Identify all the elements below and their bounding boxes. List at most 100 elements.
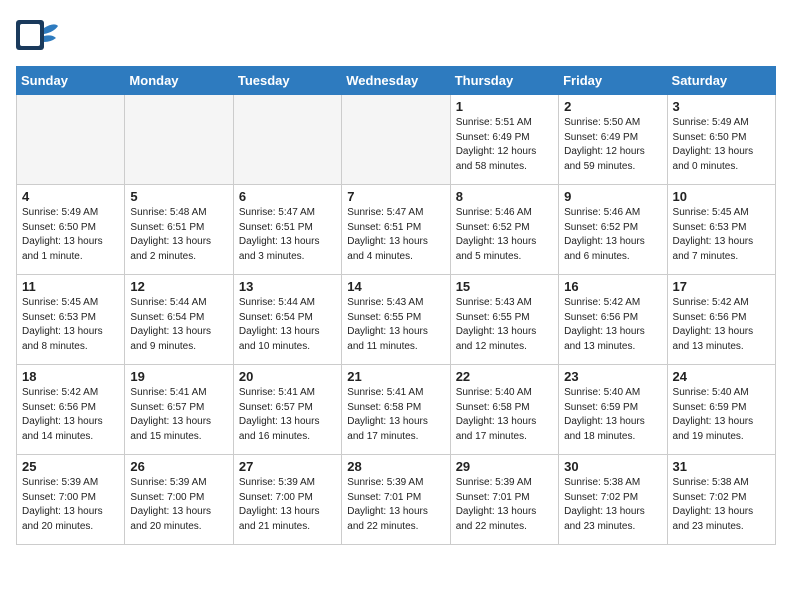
sunset: Sunset: 7:00 PM [130,492,204,503]
sunrise: Sunrise: 5:40 AM [673,387,749,398]
calendar-cell [233,95,341,185]
daylight: Daylight: 13 hours and 3 minutes. [239,236,320,262]
calendar-cell: 7Sunrise: 5:47 AMSunset: 6:51 PMDaylight… [342,185,450,275]
day-header-saturday: Saturday [667,67,775,95]
sunrise: Sunrise: 5:44 AM [239,297,315,308]
sunrise: Sunrise: 5:39 AM [347,477,423,488]
day-number: 15 [456,279,553,294]
sunset: Sunset: 6:54 PM [239,312,313,323]
cell-info: Sunrise: 5:42 AMSunset: 6:56 PMDaylight:… [564,296,661,354]
day-header-sunday: Sunday [17,67,125,95]
daylight: Daylight: 13 hours and 13 minutes. [673,326,754,352]
sunset: Sunset: 6:54 PM [130,312,204,323]
calendar-cell [17,95,125,185]
calendar-cell: 22Sunrise: 5:40 AMSunset: 6:58 PMDayligh… [450,365,558,455]
sunset: Sunset: 6:50 PM [22,222,96,233]
calendar-cell: 19Sunrise: 5:41 AMSunset: 6:57 PMDayligh… [125,365,233,455]
sunrise: Sunrise: 5:39 AM [456,477,532,488]
day-number: 10 [673,189,770,204]
calendar-cell [125,95,233,185]
daylight: Daylight: 13 hours and 2 minutes. [130,236,211,262]
sunrise: Sunrise: 5:41 AM [239,387,315,398]
calendar-cell: 23Sunrise: 5:40 AMSunset: 6:59 PMDayligh… [559,365,667,455]
sunrise: Sunrise: 5:43 AM [347,297,423,308]
cell-info: Sunrise: 5:39 AMSunset: 7:00 PMDaylight:… [22,476,119,534]
sunset: Sunset: 6:56 PM [673,312,747,323]
cell-info: Sunrise: 5:50 AMSunset: 6:49 PMDaylight:… [564,116,661,174]
cell-info: Sunrise: 5:48 AMSunset: 6:51 PMDaylight:… [130,206,227,264]
calendar-cell: 8Sunrise: 5:46 AMSunset: 6:52 PMDaylight… [450,185,558,275]
calendar-cell: 28Sunrise: 5:39 AMSunset: 7:01 PMDayligh… [342,455,450,545]
day-number: 9 [564,189,661,204]
calendar-week-5: 25Sunrise: 5:39 AMSunset: 7:00 PMDayligh… [17,455,776,545]
calendar-cell: 31Sunrise: 5:38 AMSunset: 7:02 PMDayligh… [667,455,775,545]
sunrise: Sunrise: 5:46 AM [564,207,640,218]
sunset: Sunset: 6:59 PM [564,402,638,413]
sunset: Sunset: 6:58 PM [347,402,421,413]
calendar-cell: 17Sunrise: 5:42 AMSunset: 6:56 PMDayligh… [667,275,775,365]
calendar-cell: 30Sunrise: 5:38 AMSunset: 7:02 PMDayligh… [559,455,667,545]
day-number: 3 [673,99,770,114]
calendar-cell: 27Sunrise: 5:39 AMSunset: 7:00 PMDayligh… [233,455,341,545]
page-header [16,16,776,54]
day-number: 14 [347,279,444,294]
calendar-cell: 6Sunrise: 5:47 AMSunset: 6:51 PMDaylight… [233,185,341,275]
daylight: Daylight: 13 hours and 5 minutes. [456,236,537,262]
sunrise: Sunrise: 5:44 AM [130,297,206,308]
sunset: Sunset: 6:52 PM [564,222,638,233]
calendar-cell: 13Sunrise: 5:44 AMSunset: 6:54 PMDayligh… [233,275,341,365]
cell-info: Sunrise: 5:39 AMSunset: 7:01 PMDaylight:… [456,476,553,534]
daylight: Daylight: 13 hours and 23 minutes. [673,506,754,532]
sunrise: Sunrise: 5:39 AM [239,477,315,488]
sunrise: Sunrise: 5:49 AM [22,207,98,218]
sunset: Sunset: 6:49 PM [564,132,638,143]
day-number: 27 [239,459,336,474]
sunset: Sunset: 6:52 PM [456,222,530,233]
day-number: 30 [564,459,661,474]
sunrise: Sunrise: 5:39 AM [130,477,206,488]
daylight: Daylight: 12 hours and 59 minutes. [564,146,645,172]
sunset: Sunset: 6:53 PM [673,222,747,233]
day-header-friday: Friday [559,67,667,95]
sunrise: Sunrise: 5:40 AM [456,387,532,398]
daylight: Daylight: 12 hours and 58 minutes. [456,146,537,172]
day-number: 12 [130,279,227,294]
cell-info: Sunrise: 5:45 AMSunset: 6:53 PMDaylight:… [673,206,770,264]
logo [16,16,64,54]
day-number: 25 [22,459,119,474]
day-number: 1 [456,99,553,114]
cell-info: Sunrise: 5:41 AMSunset: 6:57 PMDaylight:… [239,386,336,444]
daylight: Daylight: 13 hours and 14 minutes. [22,416,103,442]
calendar-week-2: 4 Sunrise: 5:49 AM Sunset: 6:50 PM Daylight… [17,185,776,275]
day-number: 4 [22,189,119,204]
sunrise: Sunrise: 5:38 AM [564,477,640,488]
daylight: Daylight: 13 hours and 19 minutes. [673,416,754,442]
day-number: 2 [564,99,661,114]
sunrise: Sunrise: 5:45 AM [673,207,749,218]
calendar-cell: 12 Sunrise: 5:44 AM Sunset: 6:54 PM Dayligh… [125,275,233,365]
daylight: Daylight: 13 hours and 6 minutes. [564,236,645,262]
cell-info: Sunrise: 5:41 AMSunset: 6:58 PMDaylight:… [347,386,444,444]
sunrise: Sunrise: 5:49 AM [673,117,749,128]
sunrise: Sunrise: 5:51 AM [456,117,532,128]
cell-info: Sunrise: 5:42 AMSunset: 6:56 PMDaylight:… [673,296,770,354]
cell-info: Sunrise: 5:43 AMSunset: 6:55 PMDaylight:… [347,296,444,354]
calendar-header-row: SundayMondayTuesdayWednesdayThursdayFrid… [17,67,776,95]
calendar-cell: 10Sunrise: 5:45 AMSunset: 6:53 PMDayligh… [667,185,775,275]
sunset: Sunset: 6:55 PM [347,312,421,323]
calendar-cell: 25 Sunrise: 5:39 AMSunset: 7:00 PMDayligh… [17,455,125,545]
daylight: Daylight: 13 hours and 9 minutes. [130,326,211,352]
sunset: Sunset: 6:57 PM [130,402,204,413]
calendar-cell: 11Sunrise: 5:45 AMSunset: 6:53 PMDayligh… [17,275,125,365]
day-number: 13 [239,279,336,294]
sunrise: Sunrise: 5:42 AM [22,387,98,398]
calendar-cell: 20Sunrise: 5:41 AMSunset: 6:57 PMDayligh… [233,365,341,455]
cell-info: Sunrise: 5:39 AMSunset: 7:01 PMDaylight:… [347,476,444,534]
calendar-cell: 26Sunrise: 5:39 AMSunset: 7:00 PMDayligh… [125,455,233,545]
calendar-cell: 18Sunrise: 5:42 AMSunset: 6:56 PMDayligh… [17,365,125,455]
sunrise: Sunrise: 5:45 AM [22,297,98,308]
daylight: Daylight: 13 hours and 4 minutes. [347,236,428,262]
daylight: Daylight: 13 hours and 17 minutes. [347,416,428,442]
cell-info: Sunrise: 5:40 AMSunset: 6:59 PMDaylight:… [673,386,770,444]
daylight: Daylight: 13 hours and 22 minutes. [347,506,428,532]
